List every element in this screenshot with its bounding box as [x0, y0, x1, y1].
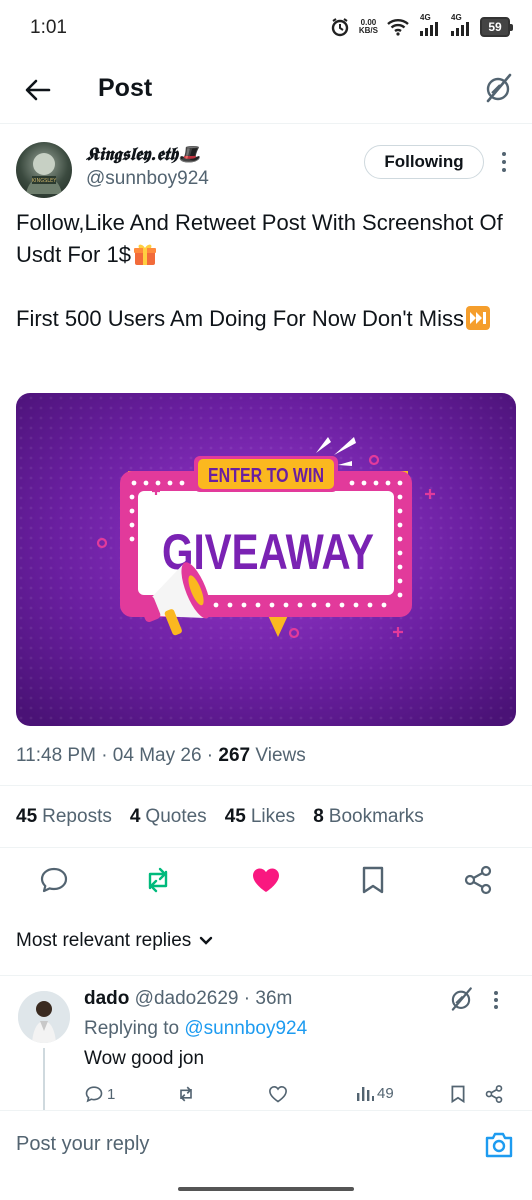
post-stats: 45 Reposts 4 Quotes 45 Likes 8 Bookmarks [16, 806, 424, 828]
reply-button[interactable] [38, 864, 70, 896]
bookmark-button[interactable] [357, 864, 389, 896]
views-count: 267 [218, 745, 251, 766]
author-name[interactable]: 𝕶𝖎𝖓𝖌𝖘𝖑𝖊𝖞.𝖊𝖙𝖍🎩 [86, 144, 201, 165]
stat-likes[interactable]: 45 Likes [225, 806, 296, 828]
camera-button[interactable] [484, 1131, 514, 1159]
post-image[interactable]: ENTER TO WIN GIVEAWAY [16, 393, 516, 726]
reply-handle-time: @dado2629 · 36m [129, 988, 293, 1009]
thread-line [43, 1048, 45, 1111]
post-author: KINGSLEY 𝕶𝖎𝖓𝖌𝖘𝖑𝖊𝖞.𝖊𝖙𝖍🎩 @sunnboy924 Follo… [16, 140, 516, 200]
grok-button[interactable] [482, 72, 514, 104]
replies-sort-dropdown[interactable]: Most relevant replies [16, 930, 213, 952]
heart-outline-icon [269, 1085, 287, 1103]
reply-input[interactable]: Post your reply [16, 1133, 149, 1156]
arrow-left-icon [25, 79, 51, 101]
chevron-down-icon [200, 936, 213, 945]
reply-item[interactable]: dado @dado2629 · 36m Replying to @sunnbo… [0, 976, 532, 1111]
post-meta: 11:48 PM · 04 May 26 · 267 Views [16, 745, 306, 766]
reply-share-button[interactable] [484, 1084, 504, 1104]
reply-text: Wow good jon [84, 1048, 205, 1069]
share-icon [485, 1085, 503, 1103]
battery-icon: 59 [480, 17, 513, 37]
reply-icon [40, 867, 68, 893]
post-actions [0, 856, 532, 904]
reply-bookmark-button[interactable] [448, 1084, 468, 1104]
reply-views-button[interactable]: 49 [356, 1084, 394, 1102]
replying-to: Replying to @sunnboy924 [84, 1018, 308, 1039]
status-time: 1:01 [30, 17, 67, 38]
author-handle[interactable]: @sunnboy924 [86, 168, 209, 190]
author-avatar[interactable]: KINGSLEY [16, 142, 72, 198]
fast-forward-emoji-icon [465, 306, 490, 330]
gift-emoji-icon [133, 242, 157, 266]
page-title: Post [98, 74, 153, 102]
reply-icon [85, 1086, 103, 1103]
reply-actions: 1 49 [84, 1084, 516, 1110]
reply-grok-button[interactable] [448, 986, 474, 1012]
alarm-icon [331, 18, 349, 37]
grok-icon [451, 987, 472, 1011]
reply-like-button[interactable] [268, 1084, 288, 1104]
app-header: Post [0, 56, 532, 124]
stat-bookmarks[interactable]: 8 Bookmarks [313, 806, 424, 828]
home-indicator[interactable] [178, 1187, 354, 1191]
reply-avatar[interactable] [18, 991, 70, 1043]
share-button[interactable] [462, 864, 494, 896]
like-button[interactable] [250, 864, 282, 896]
reply-reply-button[interactable]: 1 [84, 1084, 115, 1104]
more-options-button[interactable] [500, 150, 508, 174]
reply-header: dado @dado2629 · 36m [84, 988, 292, 1010]
reply-more-button[interactable] [493, 990, 499, 1010]
more-vertical-icon [494, 991, 498, 1009]
signal-4g-icon-1: 4G [418, 13, 440, 38]
signal-4g-icon-2: 4G [449, 13, 471, 38]
bookmark-icon [362, 866, 384, 894]
camera-icon [485, 1132, 513, 1158]
post-paragraph-2: First 500 Users Am Doing For Now Don't M… [16, 303, 516, 335]
back-button[interactable] [22, 74, 54, 106]
views-chart-icon [357, 1087, 374, 1101]
net-speed: 0.00 KB/S [358, 18, 378, 35]
replying-to-link[interactable]: @sunnboy924 [184, 1018, 307, 1039]
repost-button[interactable] [142, 864, 174, 896]
wifi-icon [387, 19, 409, 36]
reply-author-name[interactable]: dado [84, 988, 129, 1009]
status-icons: 0.00 KB/S 4G 4G 59 [330, 13, 513, 38]
divider [0, 847, 532, 848]
divider [0, 785, 532, 786]
reply-composer: Post your reply [0, 1110, 532, 1178]
more-vertical-icon [502, 152, 506, 172]
repost-icon [148, 867, 168, 893]
post-text: Follow,Like And Retweet Post With Screen… [16, 207, 516, 367]
stat-quotes[interactable]: 4 Quotes [130, 806, 207, 828]
post-paragraph-1: Follow,Like And Retweet Post With Screen… [16, 210, 503, 267]
reply-repost-button[interactable] [176, 1084, 196, 1104]
status-bar: 1:01 0.00 KB/S 4G 4G 59 [0, 0, 532, 56]
grok-icon [486, 73, 512, 103]
following-button[interactable]: Following [364, 145, 484, 179]
stat-reposts[interactable]: 45 Reposts [16, 806, 112, 828]
repost-icon [180, 1086, 192, 1102]
share-icon [464, 865, 492, 895]
heart-icon [253, 868, 279, 892]
bookmark-icon [451, 1085, 465, 1104]
giveaway-badge: ENTER TO WIN [208, 465, 324, 487]
svg-text:KINGSLEY: KINGSLEY [32, 178, 57, 184]
